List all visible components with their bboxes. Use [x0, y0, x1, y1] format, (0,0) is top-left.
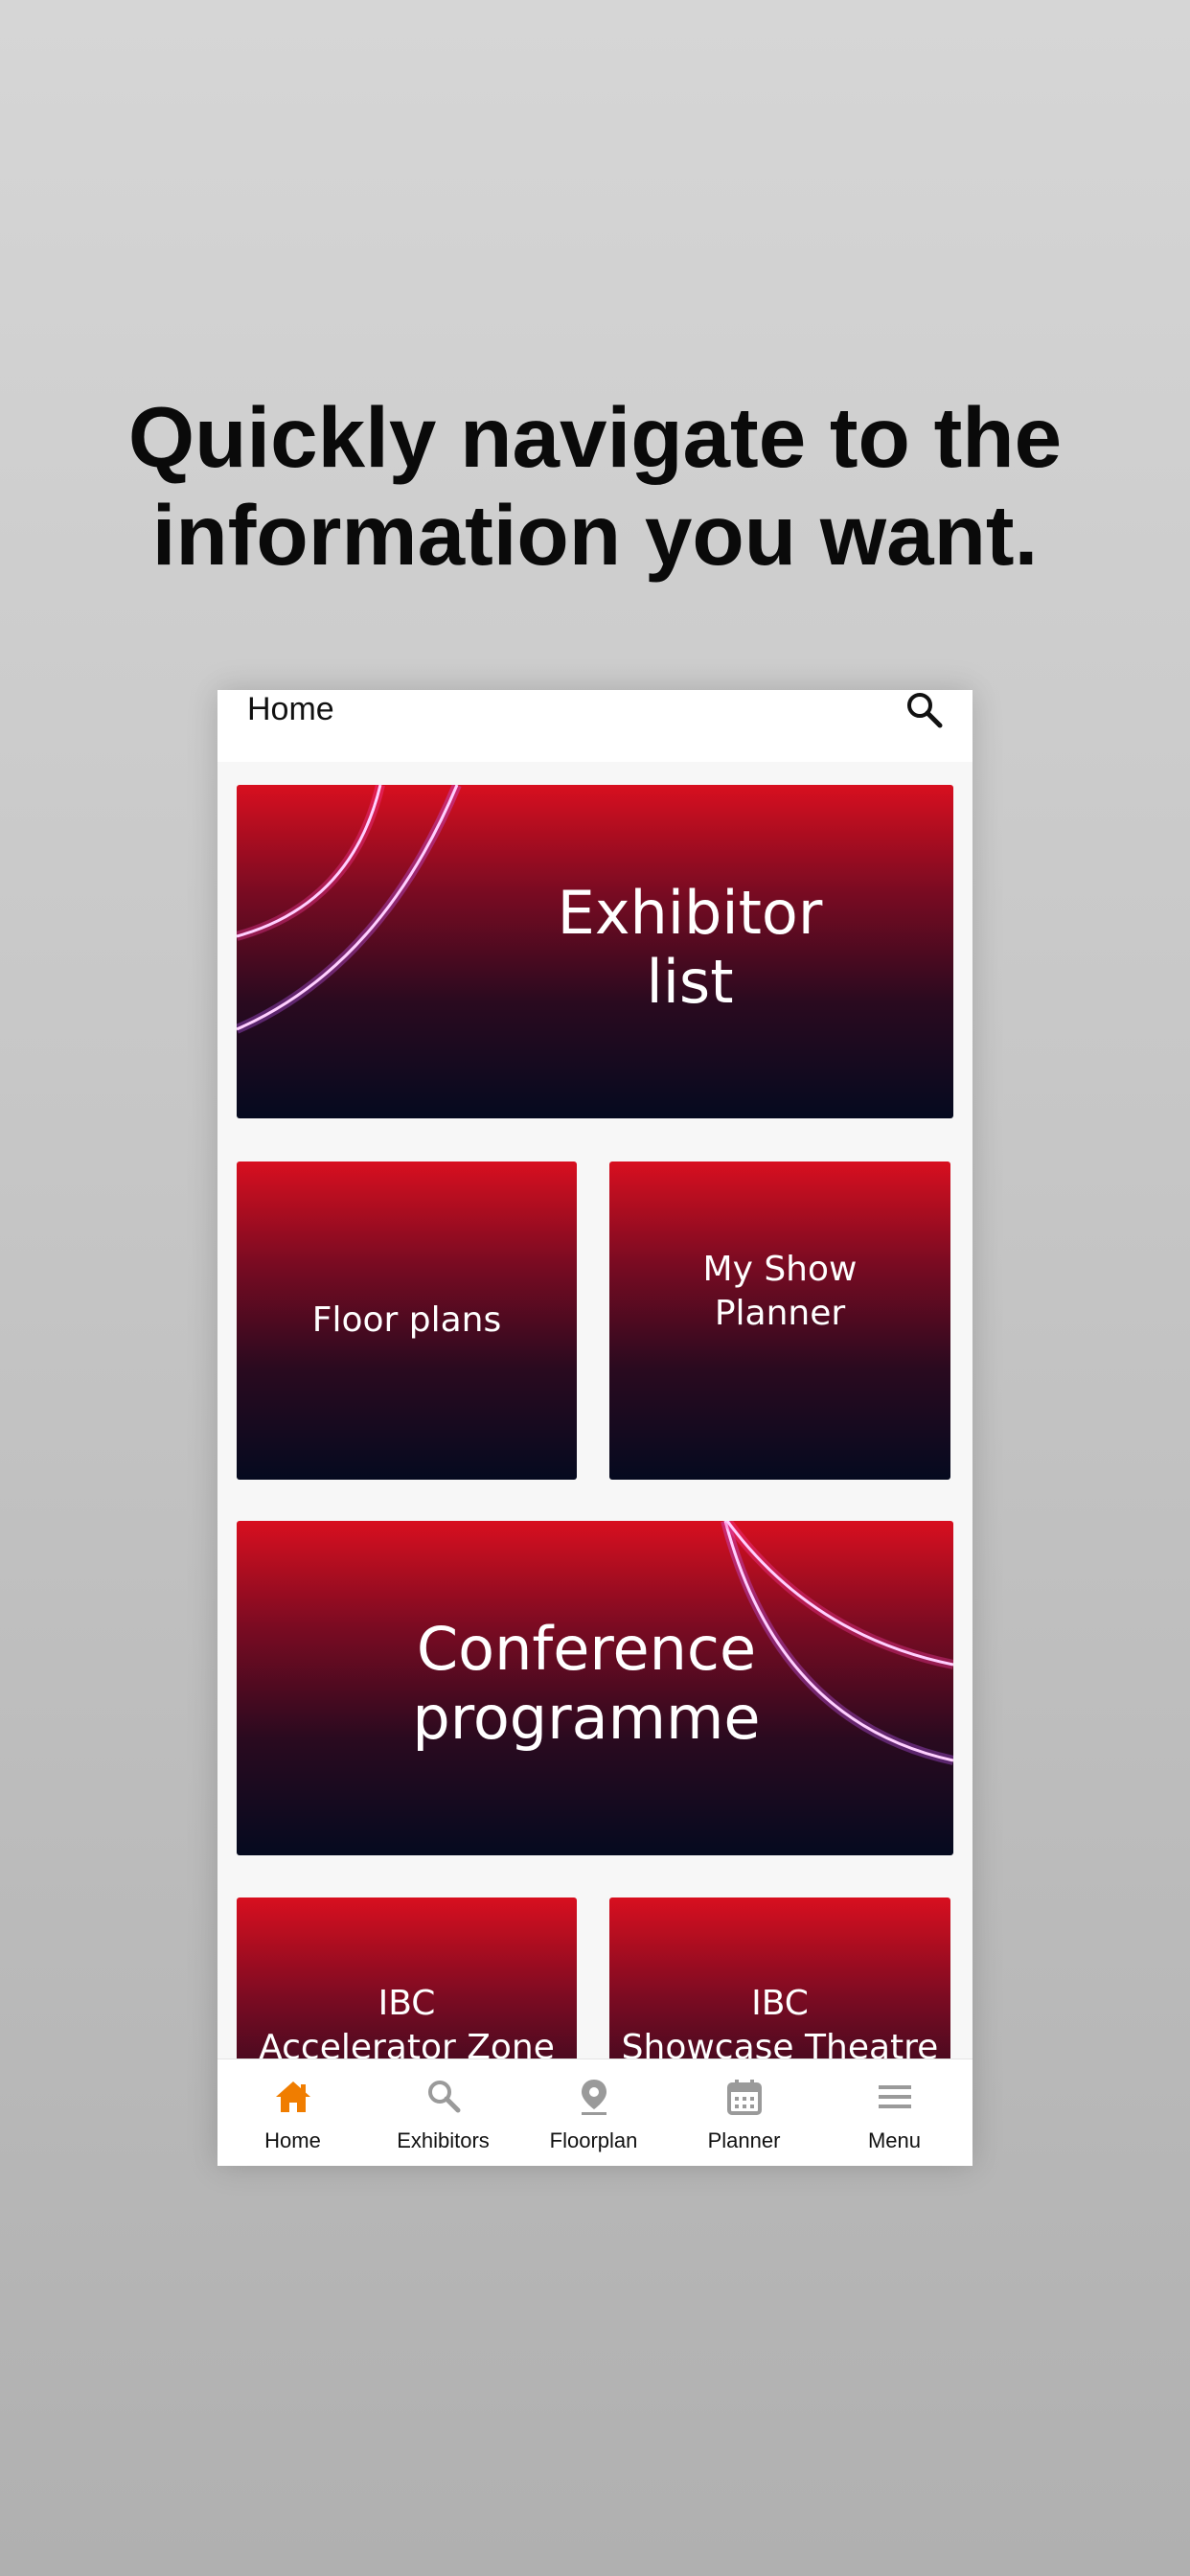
tab-home-label: Home	[264, 2128, 321, 2152]
exhibitor-list-label-line-2: list	[646, 947, 734, 1017]
showcase-theatre-label-line-1: IBC	[751, 1984, 809, 2023]
conference-programme-label-line-2: programme	[412, 1683, 761, 1753]
promo-headline: Quickly navigate to the information you …	[0, 388, 1190, 584]
tab-home[interactable]: Home	[217, 2059, 368, 2166]
tab-planner[interactable]: Planner	[669, 2059, 819, 2166]
phone-screen: Home Exhibitor list Floor plans My Show	[217, 690, 973, 2166]
calendar-icon	[727, 2080, 762, 2115]
conference-programme-tile[interactable]: Conference programme	[237, 1521, 953, 1855]
exhibitor-list-label: Exhibitor list	[332, 879, 953, 1017]
search-icon	[907, 693, 943, 728]
tab-floorplan[interactable]: Floorplan	[518, 2059, 669, 2166]
my-show-planner-label-line-2: Planner	[714, 1294, 846, 1333]
showcase-theatre-label: IBC Showcase Theatre	[609, 1982, 950, 2070]
tab-floorplan-label: Floorplan	[549, 2128, 638, 2152]
conference-programme-label-line-1: Conference	[416, 1614, 757, 1684]
promo-headline-line-1: Quickly navigate to the	[127, 389, 1063, 485]
home-icon	[276, 2082, 310, 2112]
tab-exhibitors[interactable]: Exhibitors	[368, 2059, 518, 2166]
accelerator-zone-label: IBC Accelerator Zone	[237, 1982, 577, 2070]
tab-exhibitors-label: Exhibitors	[397, 2128, 490, 2152]
tab-planner-label: Planner	[707, 2128, 781, 2152]
accelerator-zone-label-line-1: IBC	[378, 1984, 436, 2023]
bottom-tab-bar: Home Exhibitors Floorplan Planner Menu	[217, 2058, 973, 2166]
exhibitor-list-tile[interactable]: Exhibitor list	[237, 785, 953, 1118]
tab-menu[interactable]: Menu	[819, 2059, 970, 2166]
page-title: Home	[247, 691, 334, 727]
location-pin-icon	[582, 2080, 606, 2115]
conference-programme-label: Conference programme	[237, 1615, 945, 1753]
my-show-planner-tile[interactable]: My Show Planner	[609, 1162, 950, 1480]
exhibitor-list-label-line-1: Exhibitor	[557, 878, 823, 948]
floor-plans-label: Floor plans	[237, 1300, 577, 1342]
promo-headline-line-2: information you want.	[151, 487, 1039, 583]
floor-plans-label-line-1: Floor plans	[311, 1300, 502, 1340]
search-icon	[428, 2081, 461, 2113]
my-show-planner-label-line-1: My Show	[702, 1250, 858, 1289]
my-show-planner-label: My Show Planner	[609, 1248, 950, 1336]
menu-icon	[879, 2085, 911, 2108]
tab-menu-label: Menu	[867, 2128, 922, 2152]
app-header: Home	[217, 690, 973, 762]
search-button[interactable]	[904, 690, 946, 732]
floor-plans-tile[interactable]: Floor plans	[237, 1162, 577, 1480]
